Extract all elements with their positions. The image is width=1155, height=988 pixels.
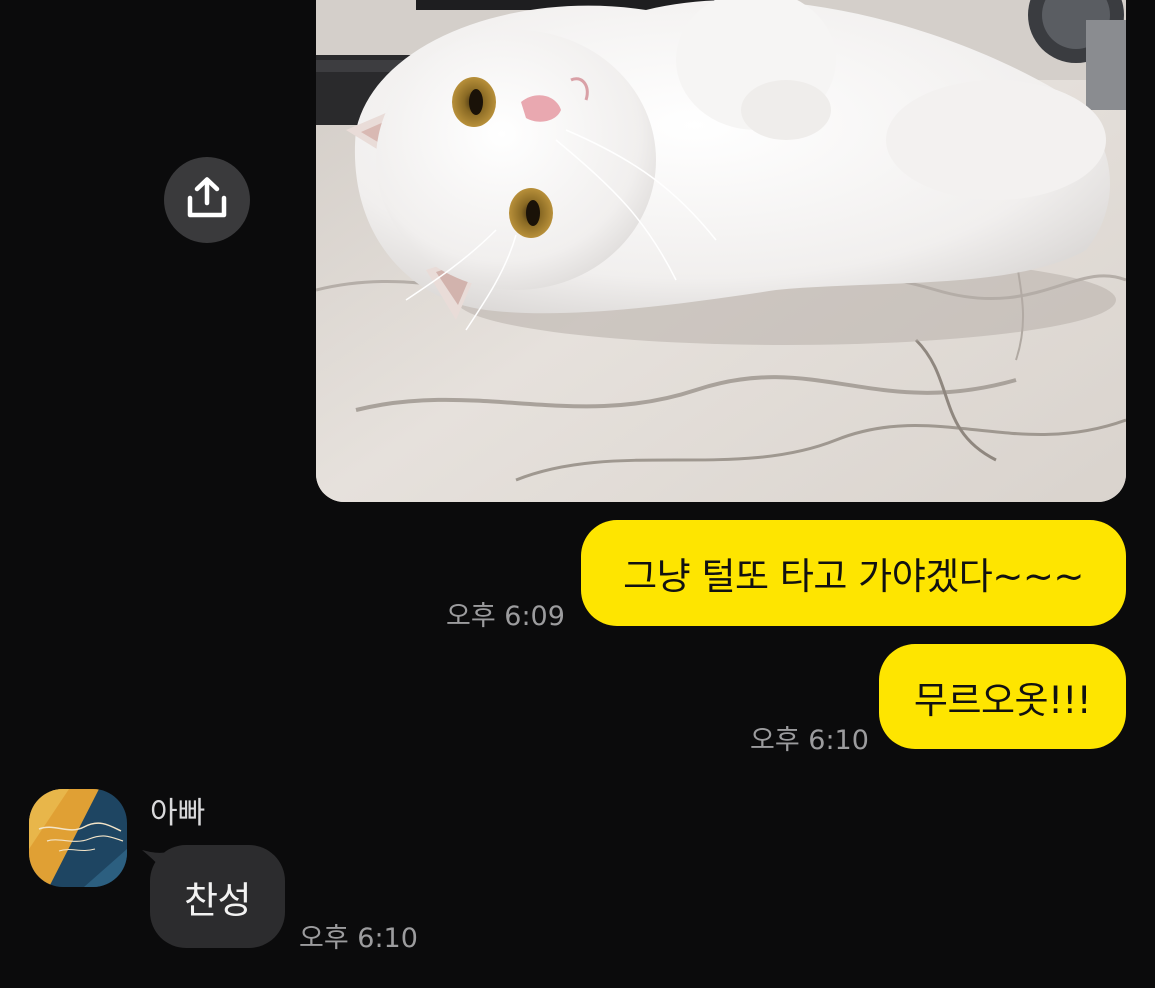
message-timestamp: 오후 6:10 xyxy=(750,725,869,756)
avatar-image xyxy=(29,789,127,887)
message-text: 그냥 털또 타고 가야겠다~~~ xyxy=(623,555,1084,598)
other-message-bubble[interactable]: 찬성 xyxy=(150,845,285,948)
cat-photo-image xyxy=(316,0,1126,502)
my-message-bubble[interactable]: 무르오옷!!! xyxy=(879,644,1126,749)
chat-screen: 그냥 털또 타고 가야겠다~~~ 오후 6:09 무르오옷!!! 오후 6:10… xyxy=(0,0,1155,988)
my-message-bubble[interactable]: 그냥 털또 타고 가야겠다~~~ xyxy=(581,520,1126,626)
sender-name: 아빠 xyxy=(150,796,206,831)
message-timestamp: 오후 6:09 xyxy=(446,601,565,632)
avatar[interactable] xyxy=(29,789,127,887)
share-upload-icon xyxy=(185,176,229,224)
photo-message[interactable] xyxy=(316,0,1126,502)
message-text: 찬성 xyxy=(183,878,252,922)
message-text: 무르오옷!!! xyxy=(913,678,1092,722)
share-button[interactable] xyxy=(164,157,250,243)
message-timestamp: 오후 6:10 xyxy=(299,923,418,954)
